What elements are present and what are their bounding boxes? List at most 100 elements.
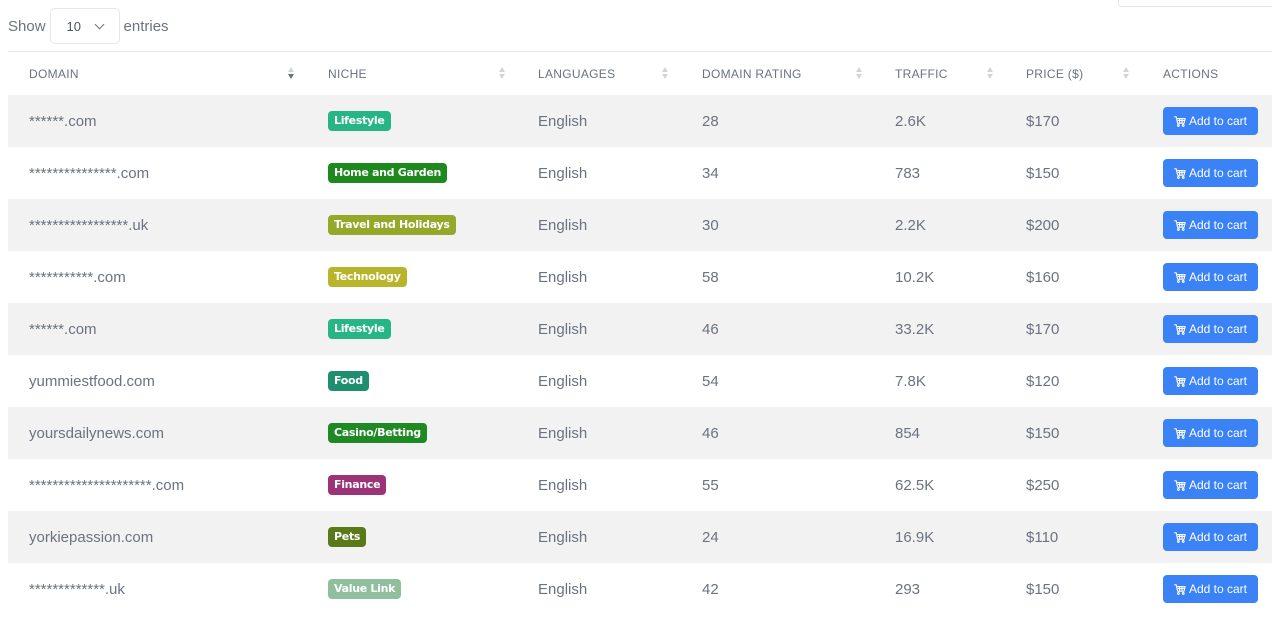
shopping-cart-icon [1174,167,1186,179]
actions-cell: Add to cart [1163,251,1258,303]
domain-rating-cell: 55 [702,476,719,494]
column-header-niche[interactable]: NICHE [328,52,367,95]
domain-rating-cell: 46 [702,320,719,338]
add-to-cart-button[interactable]: Add to cart [1163,471,1258,499]
column-header-languages[interactable]: LANGUAGES [538,52,615,95]
actions-cell: Add to cart [1163,511,1258,563]
niche-cell: Pets [328,511,367,563]
domain-cell: yoursdailynews.com [29,424,165,442]
table-row: ******.com Lifestyle English 28 2.6K $17… [8,95,1272,147]
table-row: ***************.com Home and Garden Engl… [8,147,1272,199]
price-cell: $120 [1026,372,1060,390]
add-to-cart-label: Add to cart [1188,426,1248,440]
domain-cell: ***********.com [29,268,126,286]
price-cell: $150 [1026,580,1060,598]
entries-select[interactable]: 10 [49,8,120,44]
table-row: ******.com Lifestyle English 46 33.2K $1… [8,303,1272,355]
add-to-cart-button[interactable]: Add to cart [1163,159,1258,187]
add-to-cart-button[interactable]: Add to cart [1163,575,1258,603]
traffic-cell: 16.9K [895,528,935,546]
table-row: yorkiepassion.com Pets English 24 16.9K … [8,511,1272,563]
sort-icon[interactable] [499,67,506,81]
add-to-cart-button[interactable]: Add to cart [1163,107,1258,135]
niche-badge: Lifestyle [328,319,391,339]
table-row: *****************.uk Travel and Holidays… [8,199,1272,251]
column-header-price[interactable]: PRICE ($) [1026,52,1083,95]
niche-badge: Food [328,371,369,391]
language-cell: English [538,320,588,338]
language-cell: English [538,528,588,546]
actions-cell: Add to cart [1163,407,1258,459]
sort-icon[interactable] [987,67,994,81]
niche-badge: Technology [328,267,407,287]
domains-table: DOMAIN NICHE LANGUAGES DOMAIN RATING TRA… [8,51,1272,615]
traffic-cell: 33.2K [895,320,935,338]
sort-icon[interactable] [288,67,295,81]
niche-cell: Lifestyle [328,95,391,147]
column-header-traffic[interactable]: TRAFFIC [895,52,948,95]
shopping-cart-icon [1174,219,1186,231]
shopping-cart-icon [1174,427,1186,439]
add-to-cart-button[interactable]: Add to cart [1163,523,1258,551]
price-cell: $150 [1026,164,1060,182]
actions-cell: Add to cart [1163,355,1258,407]
niche-badge: Casino/Betting [328,423,427,443]
sort-icon[interactable] [662,67,669,81]
price-cell: $250 [1026,476,1060,494]
domain-rating-cell: 24 [702,528,719,546]
column-header-actions: ACTIONS [1163,66,1219,81]
add-to-cart-button[interactable]: Add to cart [1163,367,1258,395]
add-to-cart-button[interactable]: Add to cart [1163,419,1258,447]
domain-cell: ***************.com [29,164,150,182]
niche-cell: Lifestyle [328,303,391,355]
niche-cell: Food [328,355,369,407]
domain-rating-cell: 54 [702,372,719,390]
shopping-cart-icon [1174,479,1186,491]
domain-cell: ******.com [29,320,97,338]
traffic-cell: 10.2K [895,268,935,286]
shopping-cart-icon [1174,583,1186,595]
niche-cell: Technology [328,251,407,303]
domain-cell: *********************.com [29,476,185,494]
language-cell: English [538,216,588,234]
actions-cell: Add to cart [1163,303,1258,355]
show-label: Show [8,17,46,35]
niche-badge: Lifestyle [328,111,391,131]
sort-icon[interactable] [856,67,863,81]
niche-cell: Value Link [328,563,402,615]
traffic-cell: 783 [895,164,921,182]
domain-cell: yummiestfood.com [29,372,155,390]
domain-rating-cell: 34 [702,164,719,182]
traffic-cell: 62.5K [895,476,935,494]
add-to-cart-label: Add to cart [1188,582,1248,596]
add-to-cart-button[interactable]: Add to cart [1163,315,1258,343]
traffic-cell: 2.6K [895,112,926,130]
add-to-cart-button[interactable]: Add to cart [1163,263,1258,291]
shopping-cart-icon [1174,115,1186,127]
niche-badge: Finance [328,475,387,495]
price-cell: $170 [1026,112,1060,130]
actions-cell: Add to cart [1163,199,1258,251]
add-to-cart-button[interactable]: Add to cart [1163,211,1258,239]
add-to-cart-label: Add to cart [1188,166,1248,180]
domain-rating-cell: 46 [702,424,719,442]
shopping-cart-icon [1174,271,1186,283]
add-to-cart-label: Add to cart [1188,322,1248,336]
shopping-cart-icon [1174,375,1186,387]
column-header-domain[interactable]: DOMAIN [29,52,79,95]
niche-cell: Travel and Holidays [328,199,456,251]
add-to-cart-label: Add to cart [1188,478,1248,492]
entries-label: entries [123,17,169,35]
domain-rating-cell: 42 [702,580,719,598]
language-cell: English [538,476,588,494]
table-body: ******.com Lifestyle English 28 2.6K $17… [8,95,1272,615]
sort-icon[interactable] [1123,67,1130,81]
shopping-cart-icon [1174,531,1186,543]
domain-cell: ******.com [29,112,97,130]
language-cell: English [538,372,588,390]
entries-length-control: Show 10 entries [8,7,169,45]
price-cell: $150 [1026,424,1060,442]
actions-cell: Add to cart [1163,563,1258,615]
niche-badge: Pets [328,527,367,547]
column-header-domain-rating[interactable]: DOMAIN RATING [702,52,802,95]
